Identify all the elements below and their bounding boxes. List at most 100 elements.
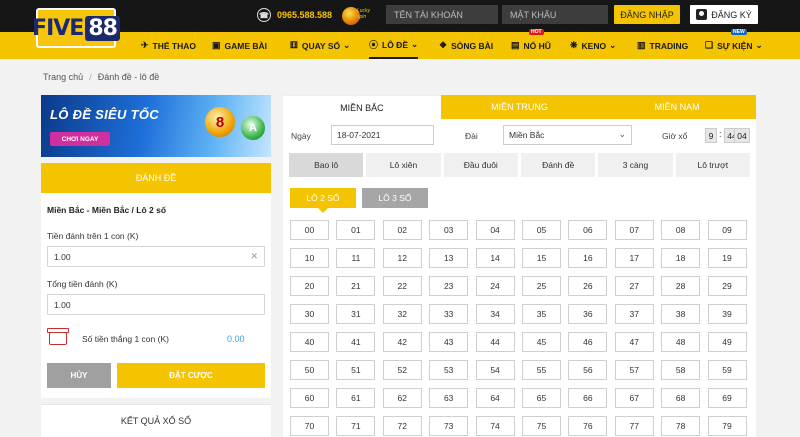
number-cell[interactable]: 06 bbox=[568, 220, 608, 240]
number-cell[interactable]: 40 bbox=[290, 332, 329, 352]
number-cell[interactable]: 51 bbox=[336, 360, 376, 380]
number-cell[interactable]: 79 bbox=[707, 416, 747, 436]
nav-item-the-thao[interactable]: ✈ THỂ THAO bbox=[141, 32, 196, 59]
number-cell[interactable]: 27 bbox=[614, 276, 654, 296]
number-cell[interactable]: 68 bbox=[661, 388, 701, 408]
number-cell[interactable]: 07 bbox=[614, 220, 654, 240]
number-cell[interactable]: 05 bbox=[521, 220, 561, 240]
cancel-button[interactable]: HỦY bbox=[47, 363, 111, 388]
number-cell[interactable]: 12 bbox=[382, 248, 422, 268]
number-cell[interactable]: 13 bbox=[429, 248, 469, 268]
number-cell[interactable]: 14 bbox=[475, 248, 515, 268]
number-cell[interactable]: 46 bbox=[568, 332, 608, 352]
number-cell[interactable]: 54 bbox=[475, 360, 515, 380]
tab-mien-bac[interactable]: MIỀN BẮC bbox=[283, 95, 441, 119]
number-cell[interactable]: 04 bbox=[475, 220, 515, 240]
password-input[interactable] bbox=[502, 5, 608, 24]
number-cell[interactable]: 59 bbox=[707, 360, 747, 380]
number-cell[interactable]: 63 bbox=[429, 388, 469, 408]
station-select[interactable]: Miền Bắc ⌄ bbox=[503, 125, 632, 145]
username-input[interactable] bbox=[386, 5, 498, 24]
tab-danh-de[interactable]: Đánh đề bbox=[520, 153, 596, 177]
login-button[interactable]: ĐĂNG NHẬP bbox=[614, 5, 680, 24]
number-cell[interactable]: 28 bbox=[661, 276, 701, 296]
number-cell[interactable]: 42 bbox=[382, 332, 422, 352]
number-cell[interactable]: 57 bbox=[614, 360, 654, 380]
number-cell[interactable]: 78 bbox=[661, 416, 701, 436]
number-cell[interactable]: 41 bbox=[336, 332, 376, 352]
number-cell[interactable]: 71 bbox=[336, 416, 376, 436]
number-cell[interactable]: 20 bbox=[290, 276, 329, 296]
number-cell[interactable]: 72 bbox=[382, 416, 422, 436]
number-cell[interactable]: 52 bbox=[382, 360, 422, 380]
number-cell[interactable]: 00 bbox=[290, 220, 329, 240]
clear-icon[interactable]: ✕ bbox=[250, 251, 258, 262]
number-cell[interactable]: 02 bbox=[382, 220, 422, 240]
number-cell[interactable]: 08 bbox=[661, 220, 701, 240]
place-bet-button[interactable]: ĐẶT CƯỢC bbox=[117, 363, 265, 388]
nav-item-game-bai[interactable]: ▣ GAME BÀI bbox=[212, 32, 267, 59]
lucky-spin-icon[interactable]: Lucky spin bbox=[340, 4, 376, 28]
number-cell[interactable]: 38 bbox=[661, 304, 701, 324]
number-cell[interactable]: 66 bbox=[568, 388, 608, 408]
number-cell[interactable]: 37 bbox=[614, 304, 654, 324]
date-input[interactable]: 18-07-2021 bbox=[331, 125, 434, 145]
number-cell[interactable]: 26 bbox=[568, 276, 608, 296]
number-cell[interactable]: 58 bbox=[661, 360, 701, 380]
number-cell[interactable]: 17 bbox=[614, 248, 654, 268]
number-cell[interactable]: 56 bbox=[568, 360, 608, 380]
number-cell[interactable]: 25 bbox=[521, 276, 561, 296]
breadcrumb-home[interactable]: Trang chủ bbox=[43, 72, 83, 82]
number-cell[interactable]: 45 bbox=[521, 332, 561, 352]
number-cell[interactable]: 73 bbox=[429, 416, 469, 436]
number-cell[interactable]: 10 bbox=[290, 248, 329, 268]
tab-mien-nam[interactable]: MIỀN NAM bbox=[598, 95, 757, 119]
number-cell[interactable]: 24 bbox=[475, 276, 515, 296]
number-cell[interactable]: 70 bbox=[290, 416, 329, 436]
tab-lo-xien[interactable]: Lô xiên bbox=[366, 153, 441, 177]
lottery-results-button[interactable]: KẾT QUẢ XỔ SỐ bbox=[41, 404, 271, 437]
number-cell[interactable]: 77 bbox=[614, 416, 654, 436]
number-cell[interactable]: 49 bbox=[707, 332, 747, 352]
number-cell[interactable]: 62 bbox=[382, 388, 422, 408]
number-cell[interactable]: 64 bbox=[475, 388, 515, 408]
nav-item-trading[interactable]: ▥ TRADING bbox=[637, 32, 688, 59]
nav-item-su-kien[interactable]: NEW ❏ SỰ KIỆN ⌄ bbox=[705, 29, 763, 59]
number-cell[interactable]: 53 bbox=[429, 360, 469, 380]
number-cell[interactable]: 65 bbox=[521, 388, 561, 408]
number-cell[interactable]: 47 bbox=[614, 332, 654, 352]
tab-lo-2-so[interactable]: LÔ 2 SỐ bbox=[290, 188, 356, 213]
register-button[interactable]: ĐĂNG KÝ bbox=[690, 5, 758, 24]
number-cell[interactable]: 69 bbox=[707, 388, 747, 408]
number-cell[interactable]: 36 bbox=[568, 304, 608, 324]
number-cell[interactable]: 31 bbox=[336, 304, 376, 324]
number-cell[interactable]: 23 bbox=[429, 276, 469, 296]
nav-item-keno[interactable]: ❋ KENO ⌄ bbox=[570, 32, 616, 59]
play-now-button[interactable]: CHƠI NGAY bbox=[50, 132, 110, 146]
tab-mien-trung[interactable]: MIỀN TRUNG bbox=[440, 95, 599, 119]
promo-banner[interactable]: LÔ ĐỀ SIÊU TỐC CHƠI NGAY 8 A bbox=[41, 95, 271, 157]
tab-lo-truot[interactable]: Lô trượt bbox=[675, 153, 750, 177]
number-cell[interactable]: 44 bbox=[475, 332, 515, 352]
number-cell[interactable]: 22 bbox=[382, 276, 422, 296]
number-cell[interactable]: 18 bbox=[661, 248, 701, 268]
number-cell[interactable]: 21 bbox=[336, 276, 376, 296]
number-cell[interactable]: 67 bbox=[614, 388, 654, 408]
tab-3-cang[interactable]: 3 càng bbox=[598, 153, 673, 177]
five88-logo[interactable]: FIVE 88 bbox=[32, 8, 120, 48]
number-cell[interactable]: 48 bbox=[661, 332, 701, 352]
number-cell[interactable]: 33 bbox=[429, 304, 469, 324]
number-cell[interactable]: 43 bbox=[429, 332, 469, 352]
number-cell[interactable]: 61 bbox=[336, 388, 376, 408]
nav-item-lo-de[interactable]: ⦿ LÔ ĐỀ ⌄ bbox=[369, 32, 419, 59]
number-cell[interactable]: 76 bbox=[568, 416, 608, 436]
hotline[interactable]: ☎ 0965.588.588 bbox=[257, 7, 332, 23]
number-cell[interactable]: 34 bbox=[475, 304, 515, 324]
number-cell[interactable]: 19 bbox=[707, 248, 747, 268]
number-cell[interactable]: 01 bbox=[336, 220, 376, 240]
number-cell[interactable]: 16 bbox=[568, 248, 608, 268]
nav-item-quay-so[interactable]: ⚅ QUAY SỐ ⌄ bbox=[290, 32, 350, 59]
number-cell[interactable]: 39 bbox=[707, 304, 747, 324]
number-cell[interactable]: 60 bbox=[290, 388, 329, 408]
number-cell[interactable]: 32 bbox=[382, 304, 422, 324]
